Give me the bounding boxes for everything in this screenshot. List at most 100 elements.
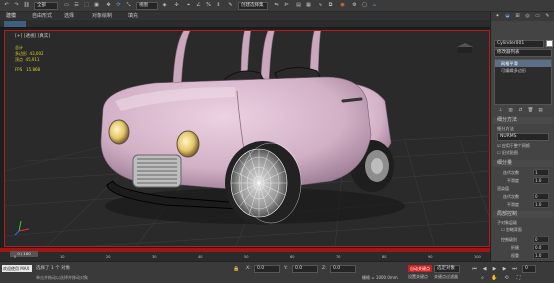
rect-region-button[interactable]: ⬚ <box>82 1 91 10</box>
apply-whole-checkbox[interactable]: ☑ 应用于整个网格 <box>497 143 553 149</box>
angle-snap-button[interactable]: ∠ <box>194 1 203 10</box>
stack-tools: ⊥ ▥ ⇵ 🗑 ▤ <box>494 106 552 114</box>
method-dropdown[interactable]: NURMS <box>497 133 549 141</box>
set-key-button[interactable]: 设置关键点 <box>408 274 432 280</box>
crease-spinner[interactable]: 0.0 <box>533 244 549 251</box>
selection-status: 选择了 1 个 对象 <box>36 266 71 271</box>
edit-named-sel-button[interactable]: ✎ <box>226 1 235 10</box>
display-tab-icon[interactable]: ▭ <box>533 12 542 21</box>
window-crossing-button[interactable]: ▣ <box>92 1 101 10</box>
graphite-button[interactable]: ▦ <box>304 1 313 10</box>
smoothness-spinner[interactable]: 1.0 <box>533 177 549 184</box>
reference-coord-dropdown[interactable]: 视图 <box>136 2 158 10</box>
zoom-icon[interactable]: ⌕ <box>478 274 487 283</box>
selection-filter-dropdown[interactable]: 全部 <box>34 2 58 10</box>
pin-stack-icon[interactable]: ⊥ <box>496 106 505 115</box>
rollout-subdivision-method[interactable]: 细分方法 <box>493 117 553 124</box>
material-editor-button[interactable]: ◉ <box>338 1 347 10</box>
link-icon[interactable]: ⛓ <box>22 1 31 10</box>
tick-label: 0 <box>14 255 17 259</box>
make-unique-icon[interactable]: ⇵ <box>516 106 525 115</box>
viewport-label[interactable]: [+] [透视] [真实] <box>15 33 50 39</box>
z-label: Z: <box>322 266 327 271</box>
select-object-button[interactable]: ▭ <box>62 1 71 10</box>
tab-selection[interactable]: 选择 <box>64 13 84 19</box>
iterations-spinner[interactable]: 1 <box>533 169 549 176</box>
maxscript-listener[interactable]: 欢迎使用 MAX <box>2 265 32 272</box>
viewport-perspective[interactable]: [+] [透视] [真实] 总计 多边形 43,002 顶点 45,911 FP… <box>4 30 490 247</box>
snap-toggle-button[interactable]: ⌖ <box>184 1 193 10</box>
move-button[interactable]: ✥ <box>104 1 113 10</box>
next-frame-icon[interactable]: ▶ <box>500 265 509 274</box>
stat-fps: FPS 15.868 <box>15 67 41 72</box>
go-start-icon[interactable]: ⏮ <box>470 265 479 274</box>
align-button[interactable]: ⊫ <box>282 1 291 10</box>
z-coord-field[interactable]: 0.0 <box>330 265 356 273</box>
tick-label: 80 <box>382 255 387 259</box>
curve-editor-button[interactable]: ∿ <box>316 1 325 10</box>
percent-snap-button[interactable]: % <box>204 1 213 10</box>
scale-button[interactable]: ⤡ <box>124 1 133 10</box>
mirror-button[interactable]: ⇋ <box>272 1 281 10</box>
undo-button[interactable]: ↶ <box>2 1 11 10</box>
go-end-icon[interactable]: ⏭ <box>510 265 519 274</box>
redo-button[interactable]: ↷ <box>12 1 21 10</box>
y-coord-field[interactable]: 0.0 <box>292 265 318 273</box>
x-coord-field[interactable]: 0.0 <box>254 265 280 273</box>
render-smoothness-spinner[interactable]: 1.0 <box>533 201 549 208</box>
schematic-button[interactable]: ⧉ <box>326 1 335 10</box>
motion-tab-icon[interactable]: ◎ <box>523 12 532 21</box>
show-end-result-icon[interactable]: ▥ <box>506 106 515 115</box>
lock-icon[interactable]: 🔒 <box>232 265 241 274</box>
control-level-label: 控制级别 <box>501 237 517 242</box>
old-style-checkbox[interactable]: ☐ 旧式贴图 <box>497 150 553 156</box>
object-name-field[interactable]: Cylinder001 <box>494 40 544 48</box>
rotate-button[interactable]: ⟳ <box>114 1 123 10</box>
key-filters-button[interactable]: 关键点过滤器 <box>434 274 464 280</box>
render-values-label: 渲染值 <box>497 186 509 191</box>
rollout-local-control[interactable]: 局部控制 <box>493 211 553 218</box>
pan-icon[interactable]: ✋ <box>490 274 499 283</box>
tab-object-paint[interactable]: 对象绘制 <box>92 13 122 19</box>
apply-whole-label: 应用于整个网格 <box>501 143 530 148</box>
render-frame-button[interactable]: ▢ <box>360 1 369 10</box>
named-selection-dropdown[interactable]: 创建选择集 <box>238 2 268 10</box>
tab-freeform[interactable]: 自由形式 <box>32 13 58 19</box>
remove-modifier-icon[interactable]: 🗑 <box>526 106 535 115</box>
ignore-backfacing-checkbox[interactable]: ☐ 忽略背面 <box>501 227 551 233</box>
auto-key-button[interactable]: 自动关键点 <box>408 265 432 272</box>
spinner-snap-button[interactable]: ⇕ <box>214 1 223 10</box>
render-iterations-spinner[interactable]: 0 <box>533 193 549 200</box>
current-frame-field[interactable]: 0 <box>522 265 536 273</box>
smoothness-label: 平滑度 <box>507 178 519 183</box>
modify-tab-icon[interactable]: ◒ <box>503 12 512 21</box>
selected-dropdown[interactable]: 选定对象 <box>434 265 460 273</box>
utilities-tab-icon[interactable]: ✎ <box>543 12 552 21</box>
timeline[interactable]: 0 / 100 0 10 20 30 40 50 60 70 80 90 100 <box>0 248 490 261</box>
render-button[interactable]: ☕ <box>370 1 379 10</box>
stack-item-meshsmooth[interactable]: 网格平滑 <box>495 60 551 67</box>
modifier-list-dropdown[interactable]: 修改器列表 <box>494 49 552 57</box>
prev-frame-icon[interactable]: ◀ <box>480 265 489 274</box>
object-color-swatch[interactable] <box>546 40 553 47</box>
tick-label: 50 <box>244 255 249 259</box>
configure-sets-icon[interactable]: ▤ <box>536 106 545 115</box>
tab-populate[interactable]: 填充 <box>128 13 148 19</box>
weight-spinner[interactable]: 1.0 <box>533 252 549 259</box>
layer-button[interactable]: ▤ <box>294 1 303 10</box>
create-tab-icon[interactable]: ✦ <box>493 12 502 21</box>
orbit-icon[interactable]: ⟲ <box>502 274 511 283</box>
maximize-viewport-icon[interactable]: ⛶ <box>514 274 523 283</box>
checkbox-icon: ☑ <box>497 143 501 148</box>
select-manipulate-button[interactable]: ✢ <box>172 1 181 10</box>
stack-item-editable-poly[interactable]: 可编辑多边形 <box>495 67 551 74</box>
rollout-subdivision-amount[interactable]: 细分量 <box>493 160 553 167</box>
play-icon[interactable]: ▶ <box>490 265 499 274</box>
pivot-button[interactable]: ◈ <box>160 1 169 10</box>
ribbon-sub-active-tab[interactable] <box>4 21 26 27</box>
hierarchy-tab-icon[interactable]: ⊞ <box>513 12 522 21</box>
render-setup-button[interactable]: ⚙ <box>350 1 359 10</box>
control-level-spinner[interactable]: 0 <box>533 236 549 243</box>
select-by-name-button[interactable]: ☰ <box>72 1 81 10</box>
tab-modeling[interactable]: 建模 <box>6 13 26 19</box>
